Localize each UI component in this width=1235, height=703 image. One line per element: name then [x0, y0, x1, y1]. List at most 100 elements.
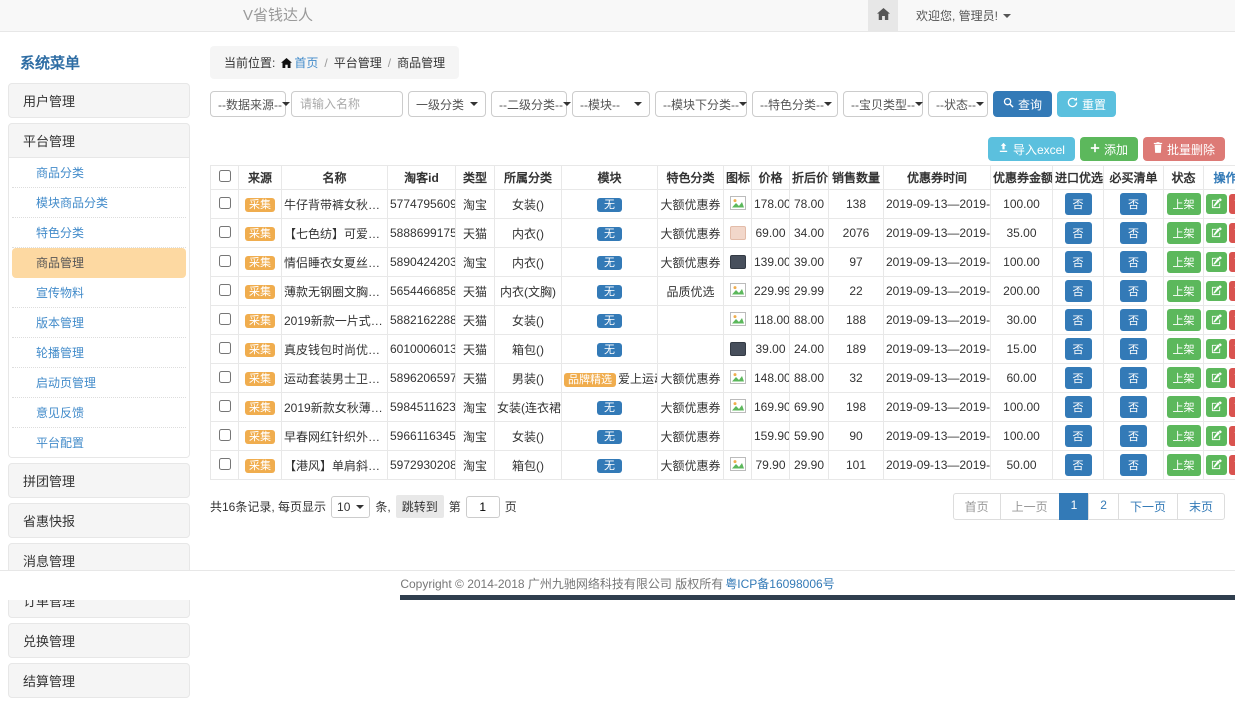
page-button[interactable]: 1 — [1059, 493, 1090, 520]
must-buy-toggle[interactable]: 否 — [1120, 454, 1147, 476]
sidebar-subitem[interactable]: 模块商品分类 — [12, 188, 186, 218]
import-pick-toggle[interactable]: 否 — [1065, 309, 1092, 331]
status-toggle[interactable]: 上架 — [1167, 280, 1201, 302]
filter-select[interactable]: --状态-- — [928, 91, 988, 117]
filter-select[interactable]: 一级分类 — [408, 91, 486, 117]
import-pick-toggle[interactable]: 否 — [1065, 193, 1092, 215]
filter-select[interactable]: --特色分类-- — [752, 91, 838, 117]
delete-button[interactable] — [1229, 310, 1235, 330]
page-number-input[interactable] — [466, 496, 500, 518]
edit-button[interactable] — [1206, 426, 1227, 446]
row-checkbox[interactable] — [219, 429, 231, 441]
delete-button[interactable] — [1229, 194, 1235, 214]
edit-button[interactable] — [1206, 397, 1227, 417]
edit-button[interactable] — [1206, 252, 1227, 272]
sidebar-item-group[interactable]: 拼团管理 — [9, 464, 189, 497]
sidebar-item-group[interactable]: 兑换管理 — [9, 624, 189, 657]
filter-select[interactable]: --模块-- — [572, 91, 650, 117]
delete-button[interactable] — [1229, 281, 1235, 301]
must-buy-toggle[interactable]: 否 — [1120, 251, 1147, 273]
import-pick-toggle[interactable]: 否 — [1065, 251, 1092, 273]
jump-button[interactable]: 跳转到 — [396, 495, 444, 518]
must-buy-toggle[interactable]: 否 — [1120, 425, 1147, 447]
filter-select[interactable]: --模块下分类-- — [655, 91, 747, 117]
filter-select[interactable]: --二级分类-- — [491, 91, 567, 117]
sidebar-subitem[interactable]: 特色分类 — [12, 218, 186, 248]
edit-button[interactable] — [1206, 310, 1227, 330]
import-pick-toggle[interactable]: 否 — [1065, 396, 1092, 418]
edit-button[interactable] — [1206, 223, 1227, 243]
page-button[interactable]: 下一页 — [1118, 493, 1178, 520]
delete-button[interactable] — [1229, 455, 1235, 475]
import-pick-toggle[interactable]: 否 — [1065, 338, 1092, 360]
row-checkbox[interactable] — [219, 284, 231, 296]
user-menu[interactable]: 欢迎您, 管理员! — [916, 7, 1011, 24]
sidebar-subitem[interactable]: 平台配置 — [12, 428, 186, 457]
row-checkbox[interactable] — [219, 342, 231, 354]
sidebar-item-users[interactable]: 用户管理 — [9, 84, 189, 117]
page-button[interactable]: 2 — [1088, 493, 1119, 520]
import-excel-button[interactable]: 导入excel — [988, 137, 1075, 161]
import-pick-toggle[interactable]: 否 — [1065, 425, 1092, 447]
delete-button[interactable] — [1229, 368, 1235, 388]
page-button[interactable]: 末页 — [1177, 493, 1225, 520]
search-input[interactable] — [291, 91, 403, 117]
reset-button[interactable]: 重置 — [1057, 91, 1116, 117]
status-toggle[interactable]: 上架 — [1167, 367, 1201, 389]
select-all-checkbox[interactable] — [219, 170, 231, 182]
import-pick-toggle[interactable]: 否 — [1065, 280, 1092, 302]
edit-button[interactable] — [1206, 339, 1227, 359]
page-button[interactable]: 首页 — [953, 493, 1001, 520]
per-page-select[interactable]: 10 — [331, 496, 370, 518]
must-buy-toggle[interactable]: 否 — [1120, 222, 1147, 244]
delete-button[interactable] — [1229, 223, 1235, 243]
sidebar-subitem[interactable]: 轮播管理 — [12, 338, 186, 368]
delete-button[interactable] — [1229, 426, 1235, 446]
import-pick-toggle[interactable]: 否 — [1065, 367, 1092, 389]
row-checkbox[interactable] — [219, 226, 231, 238]
delete-button[interactable] — [1229, 252, 1235, 272]
status-toggle[interactable]: 上架 — [1167, 193, 1201, 215]
delete-button[interactable] — [1229, 339, 1235, 359]
edit-button[interactable] — [1206, 194, 1227, 214]
must-buy-toggle[interactable]: 否 — [1120, 193, 1147, 215]
sidebar-item-platform[interactable]: 平台管理 — [9, 124, 189, 157]
sidebar-subitem[interactable]: 商品管理 — [12, 248, 186, 278]
status-toggle[interactable]: 上架 — [1167, 454, 1201, 476]
filter-select[interactable]: --数据来源-- — [210, 91, 286, 117]
edit-button[interactable] — [1206, 281, 1227, 301]
row-checkbox[interactable] — [219, 400, 231, 412]
sidebar-subitem[interactable]: 商品分类 — [12, 158, 186, 188]
import-pick-toggle[interactable]: 否 — [1065, 454, 1092, 476]
sidebar-item-group[interactable]: 省惠快报 — [9, 504, 189, 537]
row-checkbox[interactable] — [219, 197, 231, 209]
must-buy-toggle[interactable]: 否 — [1120, 396, 1147, 418]
must-buy-toggle[interactable]: 否 — [1120, 309, 1147, 331]
row-checkbox[interactable] — [219, 255, 231, 267]
edit-button[interactable] — [1206, 368, 1227, 388]
icp-link[interactable]: 粤ICP备16098006号 — [725, 575, 834, 592]
row-checkbox[interactable] — [219, 313, 231, 325]
sidebar-subitem[interactable]: 宣传物料 — [12, 278, 186, 308]
status-toggle[interactable]: 上架 — [1167, 396, 1201, 418]
import-pick-toggle[interactable]: 否 — [1065, 222, 1092, 244]
status-toggle[interactable]: 上架 — [1167, 251, 1201, 273]
add-button[interactable]: 添加 — [1080, 137, 1138, 161]
delete-button[interactable] — [1229, 397, 1235, 417]
sidebar-subitem[interactable]: 版本管理 — [12, 308, 186, 338]
row-checkbox[interactable] — [219, 458, 231, 470]
page-button[interactable]: 上一页 — [1000, 493, 1060, 520]
sidebar-subitem[interactable]: 启动页管理 — [12, 368, 186, 398]
batch-delete-button[interactable]: 批量删除 — [1143, 137, 1225, 161]
must-buy-toggle[interactable]: 否 — [1120, 367, 1147, 389]
home-icon-button[interactable] — [868, 0, 898, 31]
must-buy-toggle[interactable]: 否 — [1120, 338, 1147, 360]
status-toggle[interactable]: 上架 — [1167, 338, 1201, 360]
filter-select[interactable]: --宝贝类型-- — [843, 91, 923, 117]
edit-button[interactable] — [1206, 455, 1227, 475]
sidebar-item-group[interactable]: 结算管理 — [9, 664, 189, 697]
must-buy-toggle[interactable]: 否 — [1120, 280, 1147, 302]
row-checkbox[interactable] — [219, 371, 231, 383]
status-toggle[interactable]: 上架 — [1167, 222, 1201, 244]
status-toggle[interactable]: 上架 — [1167, 309, 1201, 331]
